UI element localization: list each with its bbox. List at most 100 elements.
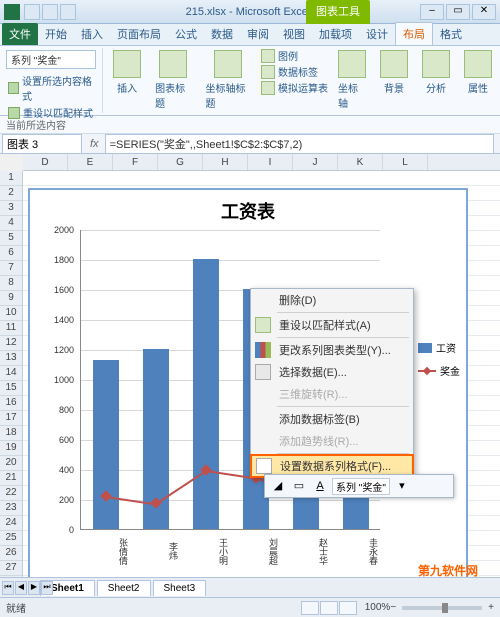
font-color-button[interactable]: A	[311, 477, 329, 495]
legend-swatch-bar	[418, 343, 432, 353]
row-header[interactable]: 2	[0, 186, 22, 201]
zoom-slider[interactable]	[402, 606, 482, 610]
row-header[interactable]: 18	[0, 426, 22, 441]
col-header[interactable]: E	[68, 154, 113, 170]
legend-entry-bonus[interactable]: 奖金	[418, 363, 460, 378]
bar-salary[interactable]	[93, 360, 119, 530]
ribbon-background-button[interactable]: 背景	[376, 48, 412, 113]
tab-format[interactable]: 格式	[433, 23, 469, 45]
ribbon-axis-title-button[interactable]: 坐标轴标题	[202, 48, 256, 113]
format-series-icon	[256, 458, 272, 474]
row-header[interactable]: 21	[0, 471, 22, 486]
row-header[interactable]: 6	[0, 246, 22, 261]
redo-button[interactable]	[60, 4, 76, 20]
menu-change-chart-type[interactable]: 更改系列图表类型(Y)...	[251, 339, 413, 361]
chart-element-selector[interactable]: 系列 "奖金"	[6, 50, 96, 69]
mini-more-button[interactable]: ▾	[393, 477, 411, 495]
zoom-out[interactable]: −	[390, 602, 396, 613]
outline-color-button[interactable]: ▭	[290, 477, 308, 495]
ribbon-axes-button[interactable]: 坐标轴	[334, 48, 370, 113]
tab-data[interactable]: 数据	[204, 23, 240, 45]
ribbon-chart-title-button[interactable]: 图表标题	[151, 48, 195, 113]
view-normal[interactable]	[301, 601, 319, 615]
sheet-nav-first[interactable]: ⏮	[2, 581, 14, 595]
bar-salary[interactable]	[193, 259, 219, 529]
tab-formulas[interactable]: 公式	[168, 23, 204, 45]
sheet-nav-last[interactable]: ⏭	[41, 581, 53, 595]
sheet-tab-sheet2[interactable]: Sheet2	[97, 580, 151, 596]
row-header[interactable]: 15	[0, 381, 22, 396]
chart-legend[interactable]: 工资 奖金	[418, 340, 460, 386]
ribbon-properties-button[interactable]: 属性	[460, 48, 496, 113]
formula-bar[interactable]: =SERIES("奖金",,Sheet1!$C$2:$C$7,2)	[105, 134, 494, 154]
tab-layout[interactable]: 布局	[395, 22, 433, 45]
undo-button[interactable]	[42, 4, 58, 20]
window-close[interactable]: ✕	[472, 4, 496, 20]
row-header[interactable]: 5	[0, 231, 22, 246]
sheet-nav-prev[interactable]: ◀	[15, 581, 27, 595]
data-table-icon	[261, 81, 275, 95]
row-header[interactable]: 1	[0, 171, 22, 186]
row-header[interactable]: 11	[0, 321, 22, 336]
menu-delete[interactable]: 删除(D)	[251, 289, 413, 311]
row-header[interactable]: 4	[0, 216, 22, 231]
view-page-layout[interactable]	[320, 601, 338, 615]
row-header[interactable]: 17	[0, 411, 22, 426]
row-header[interactable]: 10	[0, 306, 22, 321]
window-minimize[interactable]: –	[420, 4, 444, 20]
mini-series-selector[interactable]: 系列 "奖金"	[332, 478, 390, 495]
row-header[interactable]: 14	[0, 366, 22, 381]
tab-file[interactable]: 文件	[2, 23, 38, 45]
row-header[interactable]: 19	[0, 441, 22, 456]
fx-icon[interactable]: fx	[84, 138, 105, 150]
col-header[interactable]: L	[383, 154, 428, 170]
col-header[interactable]: D	[23, 154, 68, 170]
zoom-in[interactable]: +	[488, 602, 494, 613]
ribbon-analysis-button[interactable]: 分析	[418, 48, 454, 113]
row-header[interactable]: 12	[0, 336, 22, 351]
row-header[interactable]: 13	[0, 351, 22, 366]
row-header[interactable]: 9	[0, 291, 22, 306]
menu-reset-style[interactable]: 重设以匹配样式(A)	[251, 314, 413, 336]
save-button[interactable]	[24, 4, 40, 20]
ribbon-insert-button[interactable]: 插入	[109, 48, 145, 113]
analysis-icon	[422, 50, 450, 78]
sheet-nav-next[interactable]: ▶	[28, 581, 40, 595]
name-box[interactable]: 图表 3	[2, 134, 82, 154]
col-header[interactable]: H	[203, 154, 248, 170]
legend-entry-salary[interactable]: 工资	[418, 340, 460, 355]
menu-add-data-labels[interactable]: 添加数据标签(B)	[251, 408, 413, 430]
menu-select-data[interactable]: 选择数据(E)...	[251, 361, 413, 383]
tab-home[interactable]: 开始	[38, 23, 74, 45]
col-header[interactable]: J	[293, 154, 338, 170]
tab-review[interactable]: 审阅	[240, 23, 276, 45]
row-header[interactable]: 20	[0, 456, 22, 471]
view-page-break[interactable]	[339, 601, 357, 615]
col-header[interactable]: I	[248, 154, 293, 170]
row-header[interactable]: 7	[0, 261, 22, 276]
window-maximize[interactable]: ▭	[446, 4, 470, 20]
sheet-tab-sheet3[interactable]: Sheet3	[153, 580, 207, 596]
row-header[interactable]: 24	[0, 516, 22, 531]
row-header[interactable]: 22	[0, 486, 22, 501]
fill-color-button[interactable]: ◢	[269, 477, 287, 495]
col-header[interactable]: K	[338, 154, 383, 170]
data-table-button[interactable]: 模拟运算表	[261, 80, 328, 95]
col-header[interactable]: G	[158, 154, 203, 170]
tab-addins[interactable]: 加载项	[312, 23, 359, 45]
row-header[interactable]: 23	[0, 501, 22, 516]
row-header[interactable]: 3	[0, 201, 22, 216]
tab-design[interactable]: 设计	[359, 23, 395, 45]
row-header[interactable]: 8	[0, 276, 22, 291]
row-header[interactable]: 27	[0, 561, 22, 576]
legend-button[interactable]: 图例	[261, 48, 328, 63]
row-header[interactable]: 25	[0, 531, 22, 546]
row-header[interactable]: 26	[0, 546, 22, 561]
tab-page-layout[interactable]: 页面布局	[110, 23, 168, 45]
data-labels-button[interactable]: 数据标签	[261, 64, 328, 79]
row-header[interactable]: 16	[0, 396, 22, 411]
tab-view[interactable]: 视图	[276, 23, 312, 45]
tab-insert[interactable]: 插入	[74, 23, 110, 45]
format-selection-button[interactable]: 设置所选内容格式	[6, 72, 96, 104]
col-header[interactable]: F	[113, 154, 158, 170]
